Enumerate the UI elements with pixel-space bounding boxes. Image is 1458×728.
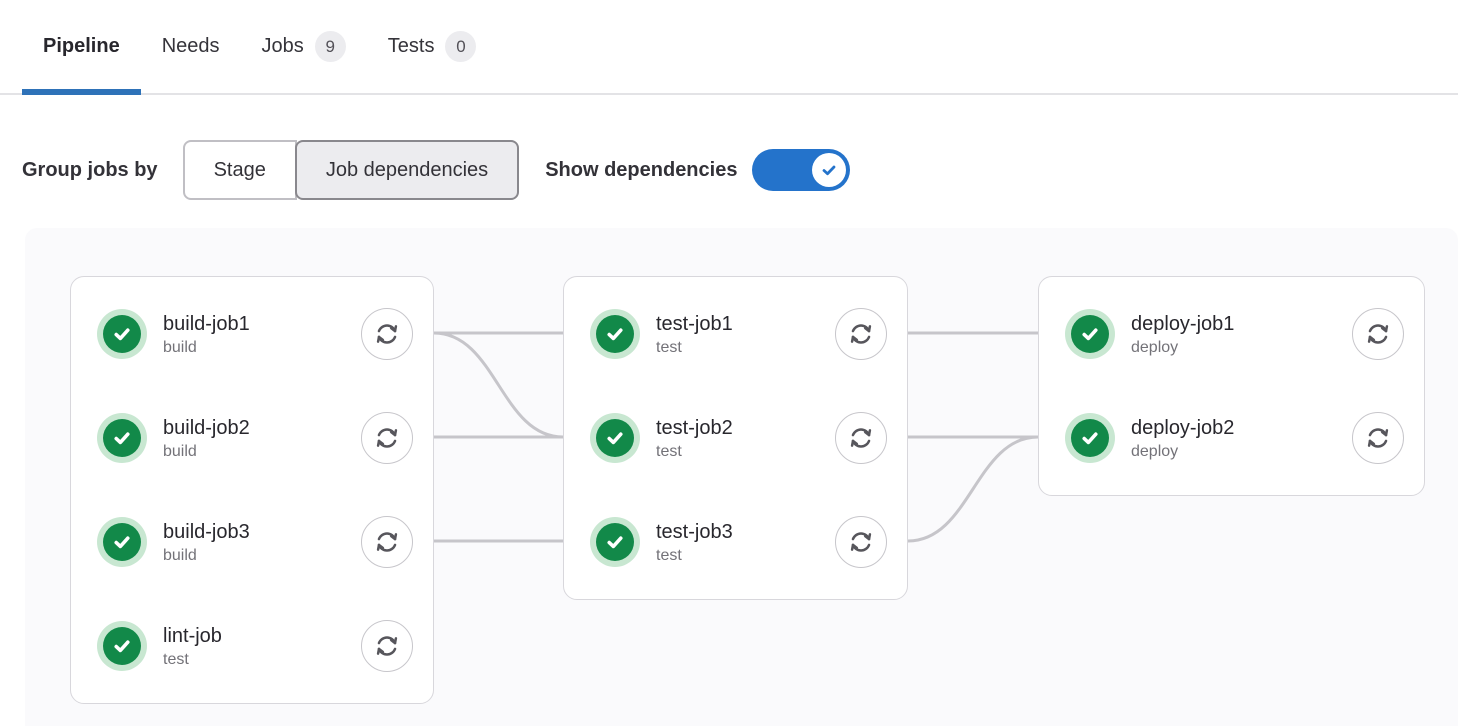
retry-icon <box>376 324 398 344</box>
job-row[interactable]: test-job1 test <box>564 282 907 386</box>
retry-icon <box>376 428 398 448</box>
status-success-icon <box>590 309 640 359</box>
group-by-segmented-control: Stage Job dependencies <box>182 140 520 200</box>
job-link[interactable]: test-job1 test <box>656 311 733 358</box>
check-circle-icon <box>596 315 634 353</box>
job-link[interactable]: deploy-job1 deploy <box>1131 311 1234 358</box>
job-stage-label: deploy <box>1131 442 1179 460</box>
job-stage-label: deploy <box>1131 338 1179 356</box>
job-link[interactable]: build-job1 build <box>163 311 250 358</box>
job-name: build-job2 <box>163 416 250 439</box>
graph-controls-row: Group jobs by Stage Job dependencies Sho… <box>22 140 1458 200</box>
job-name: test-job3 <box>656 520 733 543</box>
job-row[interactable]: deploy-job2 deploy <box>1039 386 1424 490</box>
retry-icon <box>1367 428 1389 448</box>
check-circle-icon <box>103 627 141 665</box>
status-success-icon <box>1065 413 1115 463</box>
job-stage-label: test <box>163 650 189 668</box>
status-success-icon <box>590 517 640 567</box>
tests-count-badge: 0 <box>445 31 477 62</box>
status-success-icon <box>97 517 147 567</box>
tab-jobs[interactable]: Jobs 9 <box>241 0 367 93</box>
job-stage-label: build <box>163 442 197 460</box>
tab-pipeline-label: Pipeline <box>43 35 120 57</box>
toggle-knob <box>812 153 847 187</box>
group-by-stage-button[interactable]: Stage <box>182 140 297 200</box>
retry-icon <box>850 428 872 448</box>
check-circle-icon <box>103 419 141 457</box>
job-link[interactable]: test-job3 test <box>656 519 733 566</box>
check-circle-icon <box>1071 419 1109 457</box>
retry-job-button[interactable] <box>361 516 413 568</box>
retry-job-button[interactable] <box>1352 412 1404 464</box>
job-name: build-job1 <box>163 312 250 335</box>
check-circle-icon <box>596 419 634 457</box>
dependency-line <box>907 435 1039 543</box>
status-success-icon <box>97 621 147 671</box>
check-icon <box>823 165 836 176</box>
retry-icon <box>1367 324 1389 344</box>
show-dependencies-label: Show dependencies <box>545 158 738 181</box>
job-name: test-job1 <box>656 312 733 335</box>
pipeline-tab-bar: Pipeline Needs Jobs 9 Tests 0 <box>0 0 1458 95</box>
pipeline-stage-card: build-job1 build build-job2 build build-… <box>70 276 434 704</box>
retry-job-button[interactable] <box>835 516 887 568</box>
tab-pipeline[interactable]: Pipeline <box>22 0 141 95</box>
jobs-count-badge: 9 <box>314 31 346 62</box>
check-circle-icon <box>1071 315 1109 353</box>
job-link[interactable]: lint-job test <box>163 623 222 670</box>
status-success-icon <box>1065 309 1115 359</box>
check-circle-icon <box>103 523 141 561</box>
job-link[interactable]: test-job2 test <box>656 415 733 462</box>
show-dependencies-toggle[interactable] <box>752 149 851 191</box>
job-row[interactable]: build-job2 build <box>71 386 433 490</box>
job-stage-label: test <box>656 546 682 564</box>
job-stage-label: build <box>163 338 197 356</box>
pipeline-graph-panel: build-job1 build build-job2 build build-… <box>25 228 1458 726</box>
job-row[interactable]: test-job2 test <box>564 386 907 490</box>
job-name: build-job3 <box>163 520 250 543</box>
retry-icon <box>376 532 398 552</box>
job-link[interactable]: build-job2 build <box>163 415 250 462</box>
tab-needs[interactable]: Needs <box>141 0 241 93</box>
pipeline-stage-card: deploy-job1 deploy deploy-job2 deploy <box>1038 276 1425 496</box>
check-circle-icon <box>103 315 141 353</box>
job-row[interactable]: build-job3 build <box>71 490 433 594</box>
retry-job-button[interactable] <box>361 620 413 672</box>
job-row[interactable]: build-job1 build <box>71 282 433 386</box>
retry-icon <box>376 636 398 656</box>
tab-jobs-label: Jobs <box>261 35 304 57</box>
retry-job-button[interactable] <box>361 412 413 464</box>
job-stage-label: build <box>163 546 197 564</box>
status-success-icon <box>97 309 147 359</box>
check-circle-icon <box>596 523 634 561</box>
retry-icon <box>850 324 872 344</box>
retry-job-button[interactable] <box>835 308 887 360</box>
job-stage-label: test <box>656 442 682 460</box>
job-stage-label: test <box>656 338 682 356</box>
job-name: test-job2 <box>656 416 733 439</box>
pipeline-stage-card: test-job1 test test-job2 test test-job3 … <box>563 276 908 600</box>
status-success-icon <box>590 413 640 463</box>
retry-job-button[interactable] <box>361 308 413 360</box>
retry-job-button[interactable] <box>1352 308 1404 360</box>
job-name: deploy-job1 <box>1131 312 1235 335</box>
tab-tests[interactable]: Tests 0 <box>367 0 498 93</box>
tab-tests-label: Tests <box>387 35 435 57</box>
job-name: lint-job <box>163 624 222 647</box>
job-row[interactable]: test-job3 test <box>564 490 907 594</box>
job-link[interactable]: deploy-job2 deploy <box>1131 415 1234 462</box>
status-success-icon <box>97 413 147 463</box>
job-link[interactable]: build-job3 build <box>163 519 250 566</box>
job-row[interactable]: lint-job test <box>71 594 433 698</box>
retry-icon <box>850 532 872 552</box>
group-by-job-dependencies-button[interactable]: Job dependencies <box>294 140 520 200</box>
job-row[interactable]: deploy-job1 deploy <box>1039 282 1424 386</box>
tab-needs-label: Needs <box>161 35 220 57</box>
dependency-line <box>433 331 564 439</box>
retry-job-button[interactable] <box>835 412 887 464</box>
group-jobs-by-label: Group jobs by <box>22 158 158 181</box>
job-name: deploy-job2 <box>1131 416 1235 439</box>
